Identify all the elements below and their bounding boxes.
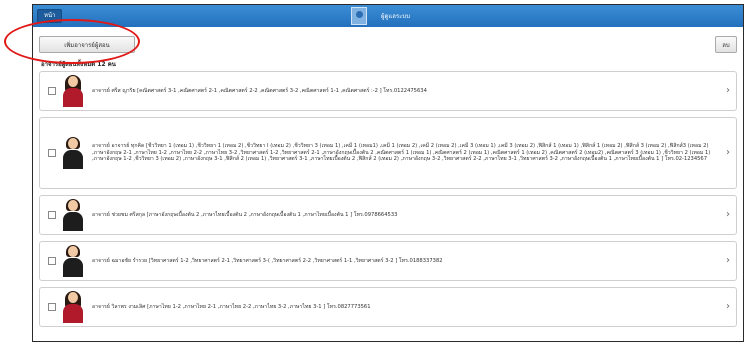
teacher-info: อาจารย์ อาจารย์ ทุกคิด [ชีววิทยา 1 (เทอม… <box>92 143 711 163</box>
teacher-info: อาจารย์ ศรีส ญาริย [คณิตศาสตร์ 3-1 ,คณิต… <box>92 87 427 94</box>
delete-button[interactable]: ลบ <box>715 36 737 53</box>
row-checkbox[interactable] <box>48 87 56 95</box>
list-item[interactable]: อาจารย์ วิลาพร งามเลิศ [ภาษาไทย 1-2 ,ภาษ… <box>39 287 737 327</box>
toolbar: เพิ่มอาจารย์ผู้สอน ลบ <box>33 27 743 59</box>
list-item[interactable]: อาจารย์ ฉมาอชัย รำรวย [วิทยาศาสตร์ 1-2 ,… <box>39 241 737 281</box>
row-checkbox[interactable] <box>48 303 56 311</box>
list-item[interactable]: อาจารย์ อาจารย์ ทุกคิด [ชีววิทยา 1 (เทอม… <box>39 117 737 189</box>
chevron-right-icon[interactable]: › <box>726 209 730 221</box>
teacher-male-avatar-icon <box>62 137 84 169</box>
add-teacher-button[interactable]: เพิ่มอาจารย์ผู้สอน <box>39 36 135 53</box>
list-item[interactable]: อาจารย์ ช่วยชม ศรีสกุล [ภาษาอังกฤษเบื้อง… <box>39 195 737 235</box>
teacher-info: อาจารย์ วิลาพร งามเลิศ [ภาษาไทย 1-2 ,ภาษ… <box>92 303 371 310</box>
list-item[interactable]: อาจารย์ ศรีส ญาริย [คณิตศาสตร์ 3-1 ,คณิต… <box>39 71 737 111</box>
teacher-list: อาจารย์ ศรีส ญาริย [คณิตศาสตร์ 3-1 ,คณิต… <box>39 71 737 339</box>
teacher-info: อาจารย์ ช่วยชม ศรีสกุล [ภาษาอังกฤษเบื้อง… <box>92 211 398 218</box>
top-bar: หน้า ผู้ดูแลระบบ <box>33 5 743 27</box>
teacher-male-avatar-icon <box>62 199 84 231</box>
page-title: ผู้ดูแลระบบ <box>381 13 411 20</box>
back-button[interactable]: หน้า <box>37 9 63 23</box>
chevron-right-icon[interactable]: › <box>726 255 730 267</box>
teacher-info: อาจารย์ ฉมาอชัย รำรวย [วิทยาศาสตร์ 1-2 ,… <box>92 257 443 264</box>
row-checkbox[interactable] <box>48 211 56 219</box>
row-checkbox[interactable] <box>48 257 56 265</box>
chevron-right-icon[interactable]: › <box>726 85 730 97</box>
chevron-right-icon[interactable]: › <box>726 301 730 313</box>
app-window: หน้า ผู้ดูแลระบบ เพิ่มอาจารย์ผู้สอน ลบ อ… <box>32 4 744 342</box>
chevron-right-icon[interactable]: › <box>726 147 730 159</box>
teacher-female-avatar-icon <box>62 291 84 323</box>
teacher-count: อาจารย์ผู้สอนทั้งหมด 12 คน <box>41 61 116 68</box>
row-checkbox[interactable] <box>48 149 56 157</box>
teacher-female-avatar-icon <box>62 75 84 107</box>
admin-avatar-icon <box>351 7 367 25</box>
teacher-male-avatar-icon <box>62 245 84 277</box>
top-center: ผู้ดูแลระบบ <box>351 7 410 25</box>
